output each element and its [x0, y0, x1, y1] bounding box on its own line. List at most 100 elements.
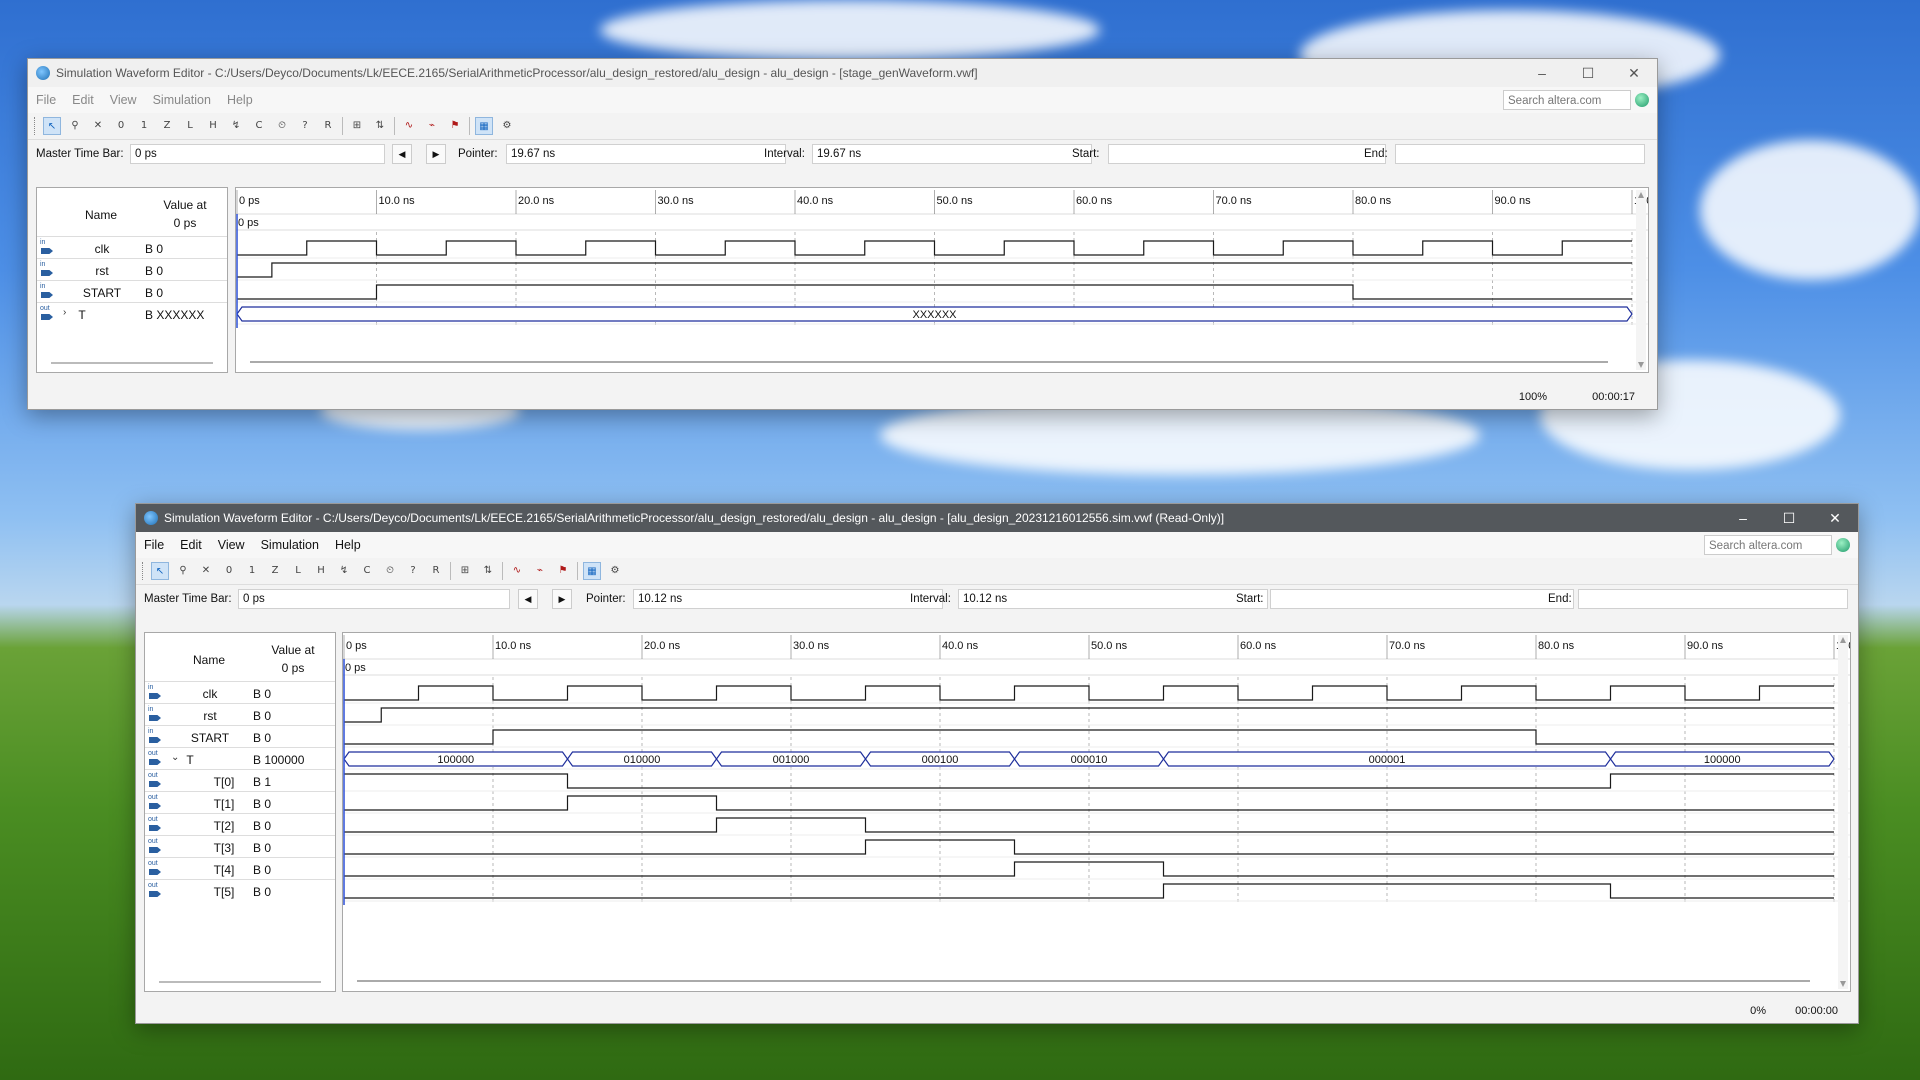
snap-to-grid-icon[interactable]: ⊞: [348, 117, 366, 135]
clk-waveform[interactable]: [344, 685, 1834, 701]
minimize-button[interactable]: –: [1720, 510, 1766, 526]
random-value-icon[interactable]: R: [427, 562, 445, 580]
clock-icon[interactable]: ⏲: [273, 117, 291, 135]
forcing-low-icon[interactable]: 0: [112, 117, 130, 135]
toolbar-grip[interactable]: [142, 562, 145, 580]
invert-icon[interactable]: ↯: [227, 117, 245, 135]
search-input[interactable]: Search altera.com: [1503, 90, 1631, 110]
minimize-button[interactable]: –: [1519, 65, 1565, 81]
globe-icon[interactable]: [1635, 93, 1649, 107]
menu-help[interactable]: Help: [327, 538, 369, 552]
signal-row-clk[interactable]: in clk B 0: [37, 236, 227, 259]
interval-field[interactable]: 19.67 ns: [812, 144, 1092, 164]
menu-help[interactable]: Help: [219, 93, 261, 107]
menu-file[interactable]: File: [28, 93, 64, 107]
interval-field[interactable]: 10.12 ns: [958, 589, 1268, 609]
timing-sim-icon[interactable]: ⌁: [423, 117, 441, 135]
waveform-panel[interactable]: 0 ps 10.0 ns 20.0 ns 30.0 ns 40.0 ns 50.0 ns 6…: [235, 187, 1649, 373]
signal-row-t3[interactable]: out T[3] B 0: [145, 835, 335, 858]
search-input[interactable]: Search altera.com: [1704, 535, 1832, 555]
signal-row-t[interactable]: out ⌄ T B 100000: [145, 747, 335, 770]
forcing-low-icon[interactable]: 0: [220, 562, 238, 580]
high-impedance-icon[interactable]: Z: [158, 117, 176, 135]
count-value-icon[interactable]: C: [358, 562, 376, 580]
forcing-unknown-icon[interactable]: ✕: [89, 117, 107, 135]
signal-row-t1[interactable]: out T[1] B 0: [145, 791, 335, 814]
weak-low-icon[interactable]: L: [181, 117, 199, 135]
title-bar[interactable]: Simulation Waveform Editor - C:/Users/De…: [136, 504, 1858, 532]
title-bar[interactable]: Simulation Waveform Editor - C:/Users/De…: [28, 59, 1657, 87]
count-value-icon[interactable]: C: [250, 117, 268, 135]
waveform-editor-window-sim-result[interactable]: Simulation Waveform Editor - C:/Users/De…: [135, 503, 1859, 1024]
start-field[interactable]: [1270, 589, 1574, 609]
start-field[interactable]: [1108, 144, 1386, 164]
weak-low-icon[interactable]: L: [289, 562, 307, 580]
menu-view[interactable]: View: [102, 93, 145, 107]
arbitrary-value-icon[interactable]: ?: [404, 562, 422, 580]
end-field[interactable]: [1578, 589, 1848, 609]
selection-tool-icon[interactable]: ↖: [151, 562, 169, 580]
snap-to-grid-icon[interactable]: ⊞: [456, 562, 474, 580]
vertical-scrollbar[interactable]: [1838, 635, 1848, 989]
value-column-header[interactable]: Value at: [143, 198, 227, 212]
name-panel-scrollbar[interactable]: [145, 977, 335, 987]
menu-edit[interactable]: Edit: [172, 538, 210, 552]
next-transition-button[interactable]: ▶: [552, 589, 572, 609]
menu-simulation[interactable]: Simulation: [253, 538, 327, 552]
name-panel-scrollbar[interactable]: [37, 358, 227, 368]
weak-high-icon[interactable]: H: [204, 117, 222, 135]
signal-row-t0[interactable]: out T[0] B 1: [145, 769, 335, 792]
signal-row-start[interactable]: in START B 0: [145, 725, 335, 748]
value-column-header[interactable]: Value at: [251, 643, 335, 657]
random-value-icon[interactable]: R: [319, 117, 337, 135]
menu-edit[interactable]: Edit: [64, 93, 102, 107]
pointer-field[interactable]: 19.67 ns: [506, 144, 786, 164]
signal-row-t4[interactable]: out T[4] B 0: [145, 857, 335, 880]
menu-simulation[interactable]: Simulation: [145, 93, 219, 107]
waveform-editor-window-stage-gen[interactable]: Simulation Waveform Editor - C:/Users/De…: [27, 58, 1658, 410]
selection-tool-icon[interactable]: ↖: [43, 117, 61, 135]
name-column-header[interactable]: Name: [167, 653, 251, 667]
signal-row-t[interactable]: out › T B XXXXXX: [37, 302, 227, 325]
prev-transition-button[interactable]: ◀: [392, 144, 412, 164]
invert-icon[interactable]: ↯: [335, 562, 353, 580]
pointer-field[interactable]: 10.12 ns: [633, 589, 943, 609]
signal-row-t5[interactable]: out T[5] B 0: [145, 879, 335, 902]
arbitrary-value-icon[interactable]: ?: [296, 117, 314, 135]
forcing-unknown-icon[interactable]: ✕: [197, 562, 215, 580]
globe-icon[interactable]: [1836, 538, 1850, 552]
zoom-tool-icon[interactable]: ⚲: [66, 117, 84, 135]
vertical-scrollbar[interactable]: [1636, 190, 1646, 370]
settings-icon[interactable]: ⚙: [498, 117, 516, 135]
grid-icon[interactable]: ▦: [475, 117, 493, 135]
waveform-canvas[interactable]: 0 ps 10.0 ns 20.0 ns 30.0 ns 40.0 ns 50.0 ns 6…: [236, 188, 1648, 372]
signal-row-t2[interactable]: out T[2] B 0: [145, 813, 335, 836]
weak-high-icon[interactable]: H: [312, 562, 330, 580]
timing-sim-icon[interactable]: ⌁: [531, 562, 549, 580]
zoom-tool-icon[interactable]: ⚲: [174, 562, 192, 580]
netlist-icon[interactable]: ⚑: [446, 117, 464, 135]
waveform-canvas[interactable]: 0 ps 10.0 ns 20.0 ns 30.0 ns 40.0 ns 50.0 ns 6…: [343, 633, 1850, 991]
sort-icon[interactable]: ⇅: [371, 117, 389, 135]
clk-waveform[interactable]: [237, 240, 1632, 256]
signal-row-start[interactable]: in START B 0: [37, 280, 227, 303]
menu-file[interactable]: File: [136, 538, 172, 552]
high-impedance-icon[interactable]: Z: [266, 562, 284, 580]
forcing-high-icon[interactable]: 1: [243, 562, 261, 580]
end-field[interactable]: [1395, 144, 1645, 164]
signal-row-rst[interactable]: in rst B 0: [145, 703, 335, 726]
forcing-high-icon[interactable]: 1: [135, 117, 153, 135]
menu-view[interactable]: View: [210, 538, 253, 552]
signal-row-rst[interactable]: in rst B 0: [37, 258, 227, 281]
netlist-icon[interactable]: ⚑: [554, 562, 572, 580]
signal-row-clk[interactable]: in clk B 0: [145, 681, 335, 704]
toolbar-grip[interactable]: [34, 117, 37, 135]
sort-icon[interactable]: ⇅: [479, 562, 497, 580]
functional-sim-icon[interactable]: ∿: [400, 117, 418, 135]
close-button[interactable]: ✕: [1812, 510, 1858, 527]
grid-icon[interactable]: ▦: [583, 562, 601, 580]
maximize-button[interactable]: ☐: [1766, 510, 1812, 527]
maximize-button[interactable]: ☐: [1565, 65, 1611, 82]
clock-icon[interactable]: ⏲: [381, 562, 399, 580]
functional-sim-icon[interactable]: ∿: [508, 562, 526, 580]
